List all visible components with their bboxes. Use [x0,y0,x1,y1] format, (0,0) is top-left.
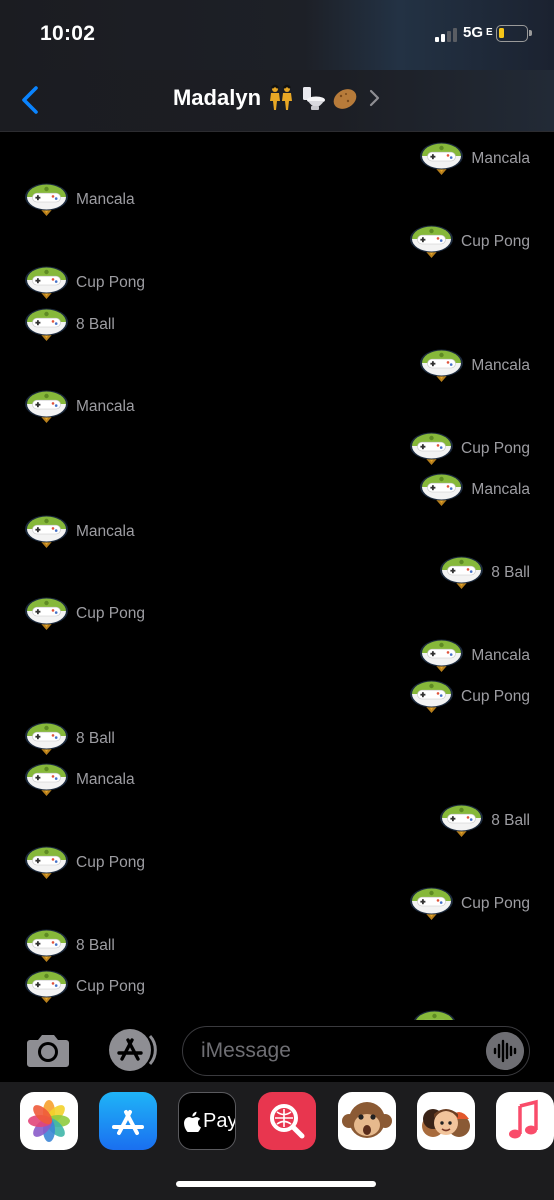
received-game-message[interactable]: 8 Ball [24,929,115,963]
game-pigeon-icon [419,473,464,507]
apple-pay-label: Pay [203,1110,236,1132]
game-name-label: Cup Pong [461,895,530,912]
received-game-message[interactable]: Mancala [24,390,135,424]
game-pigeon-icon [409,887,454,921]
sent-game-message[interactable]: Mancala [419,142,530,176]
network-suffix: E [486,27,493,38]
dancing-women-emoji-icon [270,84,293,110]
game-pigeon-icon [439,804,484,838]
game-pigeon-icon [24,390,69,424]
received-game-message[interactable]: 8 Ball [24,722,115,756]
app-store-button-icon[interactable] [103,1028,157,1072]
game-name-label: Mancala [471,481,530,498]
battery-icon [496,25,532,42]
game-pigeon-icon [24,266,69,300]
status-bar: 10:02 5G E [0,0,554,70]
game-name-label: Mancala [76,398,135,415]
contact-name: Madalyn [172,85,262,110]
sent-game-message[interactable]: 8 Ball [439,556,530,590]
received-game-message[interactable]: Cup Pong [24,266,145,300]
game-pigeon-icon [24,597,69,631]
game-pigeon-icon [419,142,464,176]
game-pigeon-icon [24,763,69,797]
game-pigeon-icon [419,639,464,673]
game-name-label: 8 Ball [491,564,530,581]
received-game-message[interactable]: Mancala [24,763,135,797]
toilet-emoji-icon [303,87,326,110]
photos-app-icon[interactable] [20,1092,78,1150]
message-thread: Mancala Mancala Cup Pong Cup Pong 8 Ball Manc… [0,132,554,1020]
received-game-message[interactable]: Cup Pong [24,846,145,880]
game-name-label: Mancala [471,357,530,374]
app-store-app-icon[interactable] [99,1092,157,1150]
game-pigeon-icon [409,432,454,466]
game-pigeon-icon [24,970,69,1004]
game-name-label: Mancala [76,523,135,540]
contact-title[interactable]: Madalyn [173,84,381,112]
camera-icon[interactable] [24,1030,72,1070]
monkey-memoji-app-icon[interactable] [338,1092,396,1150]
game-name-label: Cup Pong [76,274,145,291]
received-game-message[interactable]: Cup Pong [24,597,145,631]
sent-game-message[interactable]: Cup Pong [409,225,530,259]
compose-bar: iMessage [0,1020,554,1082]
game-pigeon-icon [419,349,464,383]
chevron-right-icon [369,89,380,107]
potato-emoji-icon [333,89,357,109]
game-pigeon-icon [409,225,454,259]
game-name-label: Cup Pong [76,978,145,995]
sent-game-message[interactable]: 8 Ball [439,804,530,838]
conversation-header: Madalyn [0,70,554,132]
received-game-message[interactable]: Mancala [24,183,135,217]
imessage-input[interactable]: iMessage [182,1026,530,1076]
cellular-signal-icon [435,26,461,42]
sent-game-message[interactable]: Mancala [419,639,530,673]
game-pigeon-icon [24,183,69,217]
game-pigeon-icon [24,722,69,756]
game-name-label: Mancala [471,150,530,167]
imessage-placeholder: iMessage [201,1039,291,1062]
game-name-label: 8 Ball [76,316,115,333]
sent-game-message[interactable]: Cup Pong [409,680,530,714]
game-pigeon-icon [24,846,69,880]
game-name-label: Cup Pong [461,233,530,250]
game-pigeon-icon [24,515,69,549]
apple-logo-icon [184,1111,201,1132]
game-name-label: Mancala [76,191,135,208]
game-pigeon-icon [439,556,484,590]
game-name-label: Cup Pong [76,854,145,871]
game-name-label: Cup Pong [76,605,145,622]
game-name-label: Mancala [76,771,135,788]
apple-pay-app-icon[interactable]: Pay [178,1092,236,1150]
clock: 10:02 [40,22,96,45]
game-name-label: Cup Pong [461,688,530,705]
received-game-message[interactable]: Mancala [24,515,135,549]
memoji-stickers-app-icon[interactable] [417,1092,475,1150]
game-pigeon-icon [24,929,69,963]
game-name-label: Mancala [471,647,530,664]
game-pigeon-icon [409,680,454,714]
game-name-label: 8 Ball [491,812,530,829]
network-type: 5G [463,24,484,41]
received-game-message[interactable]: Cup Pong [24,970,145,1004]
game-pigeon-icon [24,308,69,342]
game-name-label: 8 Ball [76,730,115,747]
sent-game-message[interactable]: Mancala [419,349,530,383]
sent-game-message[interactable]: Cup Pong [409,887,530,921]
home-indicator[interactable] [176,1181,376,1187]
game-name-label: Cup Pong [461,440,530,457]
sent-game-message[interactable]: Mancala [419,473,530,507]
game-name-label: 8 Ball [76,937,115,954]
received-game-message[interactable]: 8 Ball [24,308,115,342]
sent-game-message[interactable]: Cup Pong [409,432,530,466]
audio-waveform-icon[interactable] [486,1032,524,1070]
music-app-icon[interactable] [496,1092,554,1150]
image-search-app-icon[interactable] [258,1092,316,1150]
